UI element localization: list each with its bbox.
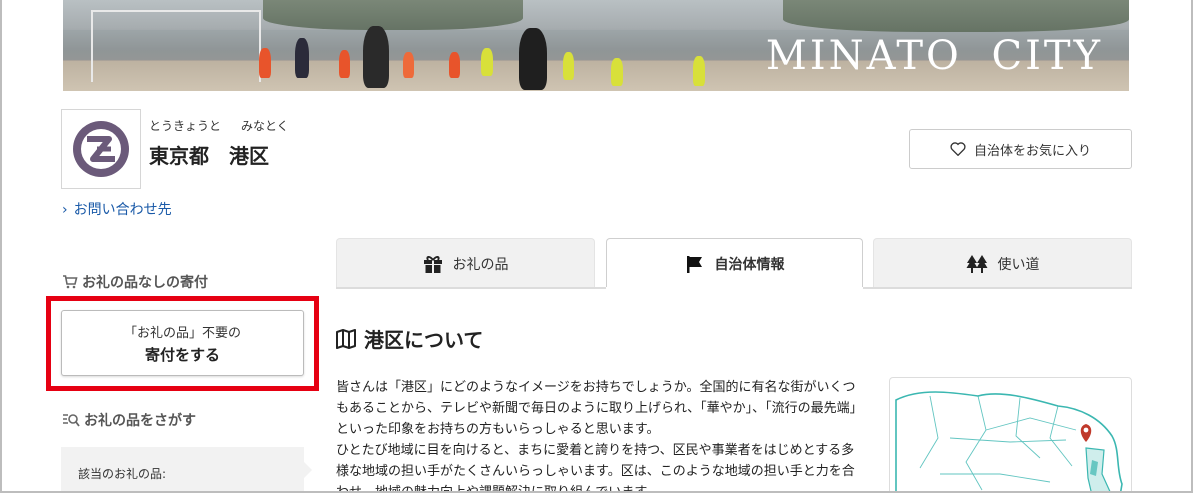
tab-usage-label: 使い道 (997, 256, 1040, 273)
gift-icon (423, 255, 442, 273)
location-pin-icon (1080, 424, 1092, 442)
no-gift-donation-heading: お礼の品なしの寄付 (62, 272, 208, 292)
about-paragraph: ひとたび地域に目を向けると、まちに愛着と誇りを持つ、区民や事業者をはじめとする多… (336, 443, 855, 493)
tab-gifts-label: お礼の品 (452, 256, 509, 273)
banner-title: MINATO CITY (765, 33, 1103, 79)
contact-link[interactable]: › お問い合わせ先 (62, 199, 172, 219)
tab-municipality-info[interactable]: 自治体情報 (606, 238, 863, 288)
section-title: 港区について (336, 324, 483, 353)
favorite-button-label: 自治体をお気に入り (973, 143, 1091, 159)
filter-result-panel: 該当のお礼の品: (61, 447, 304, 491)
tokyo-map-image (895, 391, 1123, 491)
contact-link-label: お問い合わせ先 (73, 202, 172, 218)
section-title-label: 港区について (364, 328, 484, 352)
active-tab-gap (606, 287, 863, 289)
donate-button-line1: 「お礼の品」不要の (123, 325, 241, 341)
soccer-goal (91, 10, 261, 82)
no-gift-heading-label: お礼の品なしの寄付 (82, 275, 208, 291)
donate-without-gift-button[interactable]: 「お礼の品」不要の 寄付をする (61, 310, 304, 376)
city-name: 東京都 港区 (149, 144, 269, 168)
flag-icon (686, 255, 702, 273)
city-banner-image: MINATO CITY (63, 0, 1129, 91)
cart-icon (63, 275, 78, 289)
list-search-icon (63, 414, 80, 427)
chevron-right-icon: › (62, 202, 68, 218)
tab-gifts[interactable]: お礼の品 (336, 238, 595, 288)
about-text: 皆さんは「港区」にどのようなイメージをお持ちでしょうか。全国的に有名な街がいくつ… (336, 377, 861, 493)
map-icon (336, 328, 356, 349)
tab-municipality-info-label: 自治体情報 (714, 256, 785, 273)
ruby-city: みなとく (241, 119, 289, 133)
search-heading-label: お礼の品をさがす (84, 413, 196, 429)
ruby-prefecture: とうきょうと (149, 119, 222, 133)
trees-icon (966, 254, 987, 273)
search-gifts-heading: お礼の品をさがす (62, 410, 196, 430)
filter-result-label: 該当のお礼の品: (78, 467, 167, 481)
tab-usage[interactable]: 使い道 (873, 238, 1132, 288)
favorite-municipality-button[interactable]: 自治体をお気に入り (909, 129, 1132, 169)
city-emblem-logo (61, 109, 141, 189)
heart-icon (950, 142, 966, 156)
about-paragraph: 皆さんは「港区」にどのようなイメージをお持ちでしょうか。全国的に有名な街がいくつ… (336, 380, 857, 437)
page-frame: MINATO CITY とうきょうと みなとく 東京都 港区 › お問い合わせ先 … (0, 0, 1193, 493)
tokyo-map-card (889, 377, 1132, 491)
minato-emblem-icon (73, 121, 129, 177)
donate-button-line2: 寄付をする (144, 345, 220, 364)
filter-panel-pointer (304, 462, 312, 478)
